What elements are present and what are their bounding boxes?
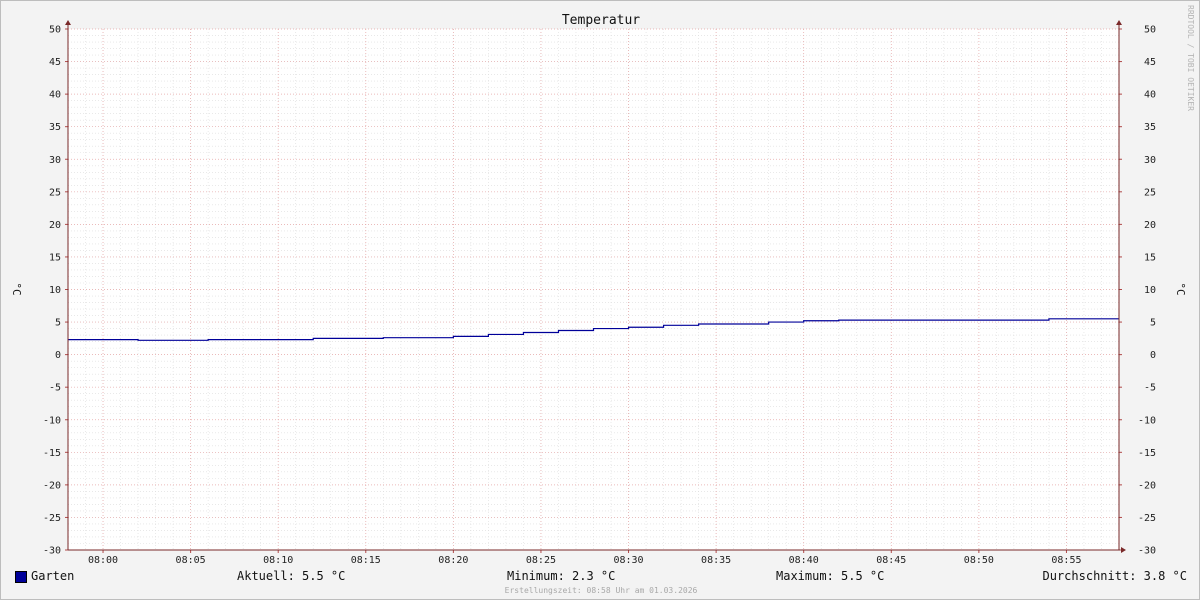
y-ticks-right: 50454035302520151050-5-10-15-20-25-30 [1138,25,1156,557]
x-axis-arrow [1121,547,1126,553]
y-tick-label-right: 15 [1144,252,1156,263]
x-tick-label: 08:00 [88,555,118,566]
legend-current-value: Aktuell: 5.5 °C [237,569,346,583]
y-tick-label-right: -15 [1138,448,1156,459]
y-tick-label-left: 30 [49,155,61,166]
x-tick-label: 08:05 [176,555,206,566]
y-tick-label-right: -30 [1138,546,1156,557]
y-axis-right-arrow [1116,20,1122,25]
y-tick-label-right: -5 [1144,383,1156,394]
y-tick-label-right: 20 [1144,220,1156,231]
y-tick-label-left: -5 [49,383,61,394]
x-tick-label: 08:25 [526,555,556,566]
y-axis-label-right: °C [1174,282,1187,295]
y-tick-label-left: -15 [43,448,61,459]
y-tick-label-right: 10 [1144,285,1156,296]
legend-maximum-value: Maximum: 5.5 °C [776,569,885,583]
y-tick-label-right: 35 [1144,122,1156,133]
legend-average-value: Durchschnitt: 3.8 °C [1042,569,1188,583]
legend-series-label: Garten [31,569,75,583]
x-tick-label: 08:55 [1051,555,1081,566]
creation-timestamp: Erstellungszeit: 08:58 Uhr am 01.03.2026 [504,586,698,595]
y-tick-label-left: -30 [43,546,61,557]
y-tick-label-right: -20 [1138,480,1156,491]
y-axis-left-arrow [65,20,71,25]
y-tick-label-left: 5 [55,318,61,329]
y-tick-label-left: 15 [49,252,61,263]
temperature-chart: 50454035302520151050-5-10-15-20-25-30 50… [10,5,1195,566]
y-tick-label-left: 25 [49,187,61,198]
x-tick-label: 08:10 [263,555,293,566]
y-tick-label-right: 50 [1144,25,1156,36]
chart-frame: 50 45 40 35 30 25 20 15 10 5 0 -5 -10 -15 -20 -25 -30 50… [0,0,1200,600]
y-tick-label-left: 40 [49,90,61,101]
y-tick-label-right: 0 [1150,350,1156,361]
y-tick-label-left: 0 [55,350,61,361]
legend-minimum-value: Minimum: 2.3 °C [507,569,616,583]
rrdtool-watermark: RRDTOOL / TOBI OETIKER [1186,5,1195,111]
legend-swatch [15,571,27,583]
y-tick-label-left: -20 [43,480,61,491]
y-tick-label-right: 45 [1144,57,1156,68]
y-tick-label-right: 5 [1150,318,1156,329]
x-tick-label: 08:35 [701,555,731,566]
y-tick-label-left: -10 [43,415,61,426]
y-tick-label-left: 10 [49,285,61,296]
legend: Garten Aktuell: 5.5 °C Minimum: 2.3 °C M… [15,569,1187,585]
y-tick-label-right: -25 [1138,513,1156,524]
y-tick-label-left: -25 [43,513,61,524]
y-tick-label-left: 20 [49,220,61,231]
y-tick-label-right: 30 [1144,155,1156,166]
y-axis-label-left: °C [10,282,23,295]
x-tick-label: 08:45 [876,555,906,566]
y-tick-label-left: 35 [49,122,61,133]
x-tick-label: 08:40 [789,555,819,566]
y-ticks-left: 50454035302520151050-5-10-15-20-25-30 [43,25,61,557]
y-tick-label-right: -10 [1138,415,1156,426]
x-tick-label: 08:20 [438,555,468,566]
x-ticks: 08:00 08:05 08:10 08:15 08:20 08:25 08:30 08:35… [88,555,1082,566]
x-tick-label: 08:50 [964,555,994,566]
chart-title: Temperatur [562,13,640,28]
x-tick-label: 08:30 [613,555,643,566]
y-tick-label-left: 45 [49,57,61,68]
y-tick-label-left: 50 [49,25,61,36]
x-tick-label: 08:15 [351,555,381,566]
y-tick-label-right: 25 [1144,187,1156,198]
y-tick-label-right: 40 [1144,90,1156,101]
